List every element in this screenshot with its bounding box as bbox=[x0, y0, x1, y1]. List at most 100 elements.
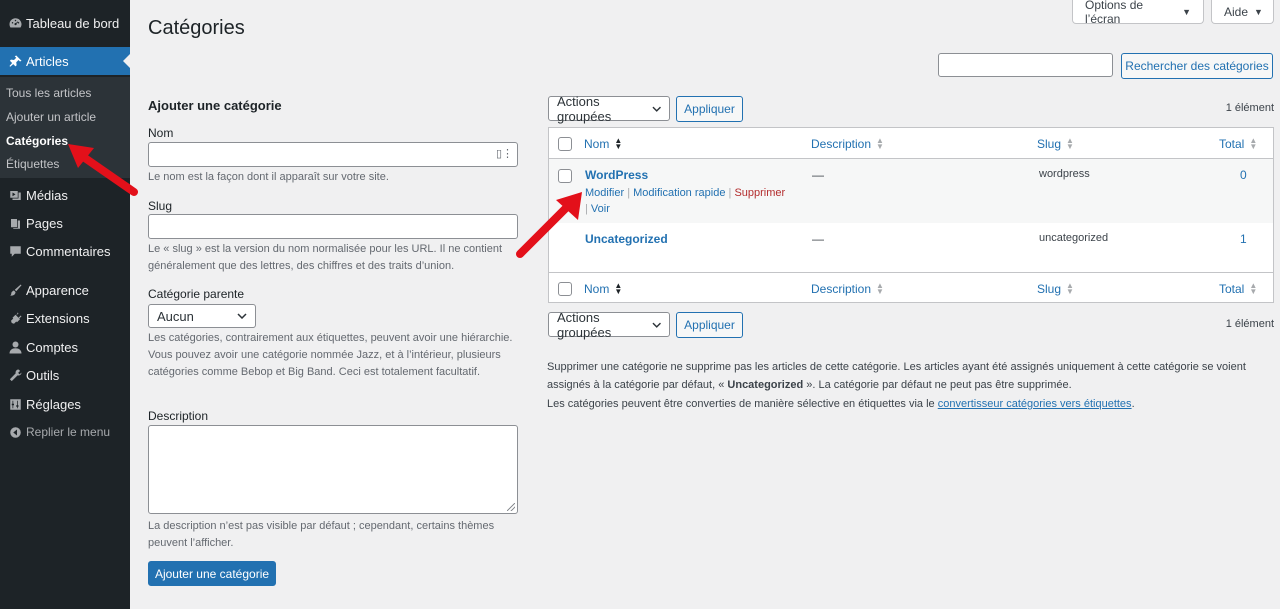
note-text: Les catégories peuvent être converties d… bbox=[547, 398, 938, 410]
menu-label: Pages bbox=[26, 215, 63, 231]
column-footer-slug[interactable]: Slug ▲ ▼ bbox=[1037, 281, 1074, 297]
delete-note: Supprimer une catégorie ne supprime pas … bbox=[547, 358, 1275, 394]
submenu-item-categories[interactable]: Catégories bbox=[6, 134, 68, 148]
posts-submenu: Tous les articles Ajouter un article Cat… bbox=[0, 77, 130, 178]
add-category-button[interactable]: Ajouter une catégorie bbox=[148, 561, 276, 586]
categories-table: Nom ▲ ▼ Description ▲ ▼ Slug ▲ ▼ Total ▲ ▼ W… bbox=[548, 127, 1274, 303]
item-count-top: 1 élément bbox=[1225, 102, 1274, 114]
column-label: Description bbox=[811, 137, 872, 151]
column-label: Description bbox=[811, 282, 872, 296]
column-label: Nom bbox=[584, 282, 610, 296]
description-textarea[interactable] bbox=[148, 425, 518, 514]
menu-label: Médias bbox=[26, 187, 68, 203]
pushpin-icon bbox=[0, 54, 26, 69]
sort-icon: ▲ ▼ bbox=[1066, 136, 1074, 151]
slug-field[interactable] bbox=[148, 214, 518, 239]
menu-label: Extensions bbox=[26, 310, 90, 326]
wrench-icon bbox=[0, 368, 26, 383]
view-link[interactable]: Voir bbox=[591, 203, 610, 215]
menu-collapse[interactable]: Replier le menu bbox=[0, 418, 130, 446]
search-input[interactable] bbox=[938, 53, 1113, 77]
column-footer-name[interactable]: Nom ▲ ▼ bbox=[584, 281, 623, 297]
table-header: Nom ▲ ▼ Description ▲ ▼ Slug ▲ ▼ Total ▲ ▼ bbox=[549, 128, 1273, 159]
submenu-item-all-posts[interactable]: Tous les articles bbox=[6, 86, 91, 100]
bulk-actions-select-bottom[interactable]: Actions groupées bbox=[548, 309, 670, 340]
column-header-name[interactable]: Nom ▲ ▼ bbox=[584, 137, 622, 152]
slug-hint: Le « slug » est la version du nom normal… bbox=[148, 243, 503, 272]
category-count-link[interactable]: 1 bbox=[1240, 232, 1247, 246]
resize-grip-icon[interactable] bbox=[507, 503, 515, 511]
caret-down-icon: ▼ bbox=[1182, 6, 1191, 17]
quick-edit-link[interactable]: Modification rapide bbox=[633, 187, 725, 199]
search-categories-button[interactable]: Rechercher des catégories bbox=[1121, 53, 1273, 79]
sort-icon: ▲ ▼ bbox=[1066, 281, 1074, 296]
parent-category-select[interactable]: Aucun bbox=[148, 304, 256, 328]
table-row: WordPress Modifier | Modification rapide… bbox=[549, 159, 1273, 223]
comment-icon bbox=[0, 244, 26, 259]
menu-item-pages[interactable]: Pages bbox=[0, 209, 130, 237]
select-all-checkbox[interactable] bbox=[558, 137, 572, 151]
paintbrush-icon bbox=[0, 283, 26, 298]
column-header-description[interactable]: Description ▲ ▼ bbox=[811, 136, 884, 152]
parent-hint: Les catégories, contrairement aux étique… bbox=[148, 332, 513, 378]
menu-item-posts[interactable]: Articles bbox=[0, 47, 130, 75]
chevron-down-icon bbox=[237, 313, 247, 319]
apply-button-top[interactable]: Appliquer bbox=[676, 96, 743, 122]
column-label: Total bbox=[1219, 137, 1245, 151]
column-label: Slug bbox=[1037, 137, 1062, 151]
converter-link[interactable]: convertisseur catégories vers étiquettes bbox=[938, 398, 1132, 410]
menu-label: Apparence bbox=[26, 282, 89, 298]
separator: | bbox=[728, 187, 732, 199]
select-all-checkbox-footer[interactable] bbox=[558, 282, 572, 296]
column-header-total[interactable]: Total ▲ ▼ bbox=[1219, 137, 1257, 152]
sort-icon: ▲ ▼ bbox=[876, 136, 884, 151]
column-header-slug[interactable]: Slug ▲ ▼ bbox=[1037, 136, 1074, 152]
menu-item-settings[interactable]: Réglages bbox=[0, 390, 130, 418]
sort-icon: ▲ ▼ bbox=[876, 281, 884, 296]
submenu-item-tags[interactable]: Étiquettes bbox=[6, 157, 59, 171]
menu-item-comments[interactable]: Commentaires bbox=[0, 237, 130, 265]
bulk-actions-value: Actions groupées bbox=[557, 309, 612, 340]
screen-options-button[interactable]: Options de l’écran ▼ bbox=[1072, 0, 1204, 26]
menu-item-dashboard[interactable]: Tableau de bord bbox=[0, 9, 130, 37]
apply-button-bottom[interactable]: Appliquer bbox=[676, 312, 743, 338]
help-label: Aide bbox=[1224, 4, 1249, 19]
menu-item-media[interactable]: Médias bbox=[0, 181, 130, 209]
submenu-item-add-post[interactable]: Ajouter un article bbox=[6, 110, 96, 124]
category-title-link[interactable]: Uncategorized bbox=[585, 232, 668, 246]
column-footer-description[interactable]: Description ▲ ▼ bbox=[811, 281, 884, 297]
parent-label: Catégorie parente bbox=[148, 287, 245, 301]
menu-item-users[interactable]: Comptes bbox=[0, 333, 130, 361]
menu-label: Comptes bbox=[26, 339, 79, 355]
page-title: Catégories bbox=[148, 17, 245, 39]
slug-label: Slug bbox=[148, 199, 173, 213]
name-field[interactable]: ▯⋮ bbox=[148, 142, 518, 167]
plugin-icon bbox=[0, 311, 26, 326]
chevron-down-icon bbox=[652, 322, 661, 328]
sort-icon: ▲ ▼ bbox=[614, 281, 623, 296]
column-footer-total[interactable]: Total ▲ ▼ bbox=[1219, 282, 1257, 297]
category-title-link[interactable]: WordPress bbox=[585, 168, 648, 182]
row-checkbox[interactable] bbox=[558, 169, 572, 183]
separator: | bbox=[585, 203, 588, 215]
menu-label: Articles bbox=[26, 53, 69, 69]
dashboard-icon bbox=[0, 16, 26, 31]
menu-label: Replier le menu bbox=[26, 425, 111, 439]
menu-item-plugins[interactable]: Extensions bbox=[0, 304, 130, 332]
pages-icon bbox=[0, 216, 26, 231]
table-row: Uncategorized — uncategorized 1 bbox=[549, 223, 1273, 272]
menu-label: Tableau de bord bbox=[26, 15, 120, 31]
delete-link[interactable]: Supprimer bbox=[734, 187, 785, 199]
column-label: Slug bbox=[1037, 282, 1062, 296]
settings-sliders-icon bbox=[0, 397, 26, 412]
note-text: ». La catégorie par défaut ne peut pas ê… bbox=[803, 379, 1072, 391]
media-icon bbox=[0, 188, 26, 203]
edit-link[interactable]: Modifier bbox=[585, 187, 624, 199]
help-button[interactable]: Aide ▼ bbox=[1211, 0, 1274, 24]
bulk-actions-select-top[interactable]: Actions groupées bbox=[548, 94, 670, 124]
menu-item-appearance[interactable]: Apparence bbox=[0, 276, 130, 304]
menu-item-tools[interactable]: Outils bbox=[0, 361, 130, 389]
password-manager-icon[interactable]: ▯⋮ bbox=[496, 147, 513, 160]
screen-options-label: Options de l’écran bbox=[1085, 0, 1144, 26]
category-count-link[interactable]: 0 bbox=[1240, 168, 1247, 182]
